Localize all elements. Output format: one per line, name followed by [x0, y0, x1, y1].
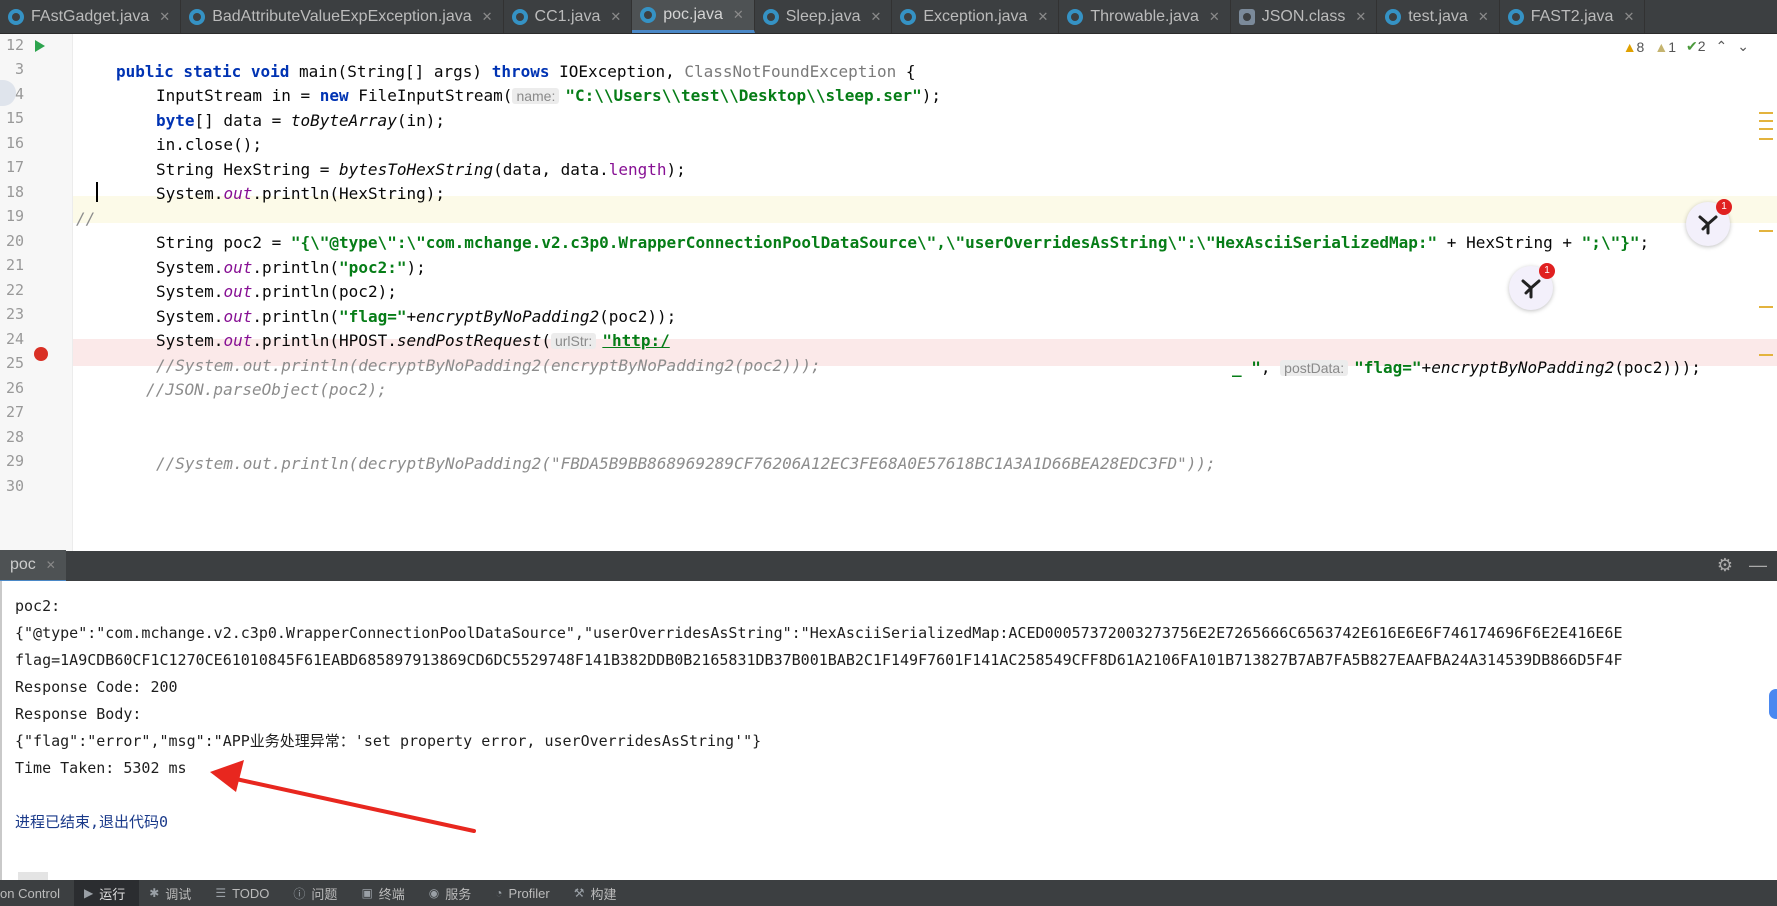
close-icon[interactable]: ✕ — [1478, 9, 1489, 25]
class-file-icon — [1238, 8, 1255, 25]
ai-assistant-button[interactable]: 1 — [1509, 263, 1555, 310]
close-icon[interactable]: ✕ — [1623, 9, 1634, 25]
code-line-28: //System.out.println(decryptByNoPadding2… — [156, 454, 1216, 473]
profiler-icon: ◔ — [495, 886, 503, 900]
code-line-24: //System.out.println(decryptByNoPadding2… — [156, 356, 821, 375]
close-icon[interactable]: ✕ — [870, 9, 881, 25]
code-line-14: byte[] data = toByteArray(in); — [156, 111, 445, 130]
tool-window-bar: on Control ▶ 运行 ✱ 调试 ☰ TODO ⓘ 问题 ▣ 终端 ◉ 服务 ◔ Pr… — [0, 880, 1777, 906]
java-class-icon — [900, 8, 917, 25]
horizontal-scrollbar[interactable] — [18, 872, 48, 880]
console-line: {"flag":"error","msg":"APP业务处理异常：'set pr… — [15, 732, 762, 750]
problems-icon: ⓘ — [293, 886, 306, 901]
tab-json-class[interactable]: JSON.class ✕ — [1231, 0, 1378, 33]
console-line: flag=1A9CDB60CF1C1270CE61010845F61EABD68… — [15, 651, 1623, 669]
tab-fastgadget[interactable]: FAstGadget.java ✕ — [0, 0, 182, 33]
tab-exception[interactable]: Exception.java ✕ — [892, 0, 1060, 33]
close-icon[interactable]: ✕ — [733, 7, 744, 23]
java-class-icon — [762, 8, 779, 25]
tool-debug[interactable]: ✱ 调试 — [139, 880, 205, 906]
close-icon[interactable]: ✕ — [46, 558, 56, 572]
code-line-25: //JSON.parseObject(poc2); — [146, 380, 387, 399]
tab-throwable[interactable]: Throwable.java ✕ — [1059, 0, 1231, 33]
close-icon[interactable]: ✕ — [159, 9, 170, 25]
tab-cc1[interactable]: CC1.java ✕ — [504, 0, 633, 33]
console-exit-line: 进程已结束,退出代码0 — [15, 813, 169, 831]
editor-tab-bar: FAstGadget.java ✕ BadAttributeValueExpExc… — [0, 0, 1777, 34]
services-icon: ◉ — [428, 886, 440, 900]
tab-poc[interactable]: poc.java ✕ — [632, 0, 755, 33]
text-caret — [96, 182, 98, 202]
tool-services[interactable]: ◉ 服务 — [419, 880, 486, 906]
close-icon[interactable]: ✕ — [610, 9, 621, 25]
tool-terminal[interactable]: ▣ 终端 — [351, 880, 418, 906]
notification-badge: 1 — [1539, 263, 1555, 279]
code-line-16: String HexString = bytesToHexString(data… — [156, 160, 686, 179]
console-line: {"@type":"com.mchange.v2.c3p0.WrapperCon… — [15, 624, 1623, 642]
debug-icon: ✱ — [149, 886, 160, 900]
tool-run[interactable]: ▶ 运行 — [73, 880, 140, 906]
run-icon: ▶ — [83, 886, 94, 900]
run-console[interactable]: poc2: {"@type":"com.mchange.v2.c3p0.Wrap… — [0, 581, 1777, 880]
notification-badge: 1 — [1716, 199, 1732, 215]
code-editor[interactable]: 12 3 14 15 16 17 18 19 20 21 22 23 24 25… — [0, 34, 1777, 551]
code-line-22: System.out.println("flag="+encryptByNoPa… — [156, 307, 677, 326]
tab-badattribute[interactable]: BadAttributeValueExpException.java ✕ — [181, 0, 504, 33]
error-stripe[interactable] — [1759, 70, 1773, 550]
java-class-icon — [1067, 8, 1084, 25]
tool-problems[interactable]: ⓘ 问题 — [283, 880, 351, 906]
console-line: Response Body: — [15, 705, 142, 723]
tool-build[interactable]: ⚒ 构建 — [564, 880, 631, 906]
code-line-17: System.out.println(HexString); — [156, 184, 445, 203]
close-icon[interactable]: ✕ — [1037, 9, 1048, 25]
java-class-icon — [511, 8, 528, 25]
run-tab-poc[interactable]: poc ✕ — [0, 550, 66, 582]
tool-todo[interactable]: ☰ TODO — [205, 880, 283, 906]
code-line-13: InputStream in = new FileInputStream(nam… — [156, 86, 942, 105]
ai-assistant-button[interactable]: 1 — [1686, 199, 1732, 246]
gear-icon[interactable]: ⚙ — [1717, 555, 1733, 576]
code-line-19: String poc2 = "{\"@type\":\"com.mchange.… — [156, 233, 1650, 252]
minimize-icon[interactable]: — — [1749, 555, 1767, 576]
console-line: poc2: — [15, 597, 61, 615]
java-class-icon — [1385, 8, 1402, 25]
tool-profiler[interactable]: ◔ Profiler — [485, 880, 563, 906]
close-icon[interactable]: ✕ — [1209, 9, 1220, 25]
terminal-icon: ▣ — [361, 886, 373, 900]
todo-icon: ☰ — [215, 886, 227, 900]
side-panel-handle[interactable] — [1769, 689, 1777, 719]
tab-sleep[interactable]: Sleep.java ✕ — [755, 0, 893, 33]
console-line: Time Taken: 5302 ms — [15, 759, 187, 777]
tool-version-control[interactable]: on Control — [0, 880, 74, 906]
assistant-icon — [1521, 279, 1541, 299]
code-line-21: System.out.println(poc2); — [156, 282, 397, 301]
assistant-icon — [1698, 215, 1718, 235]
tab-test[interactable]: test.java ✕ — [1377, 0, 1500, 33]
java-class-icon — [1507, 8, 1524, 25]
build-icon: ⚒ — [573, 886, 585, 900]
java-class-icon — [640, 7, 657, 23]
console-line: Response Code: 200 — [15, 678, 178, 696]
code-line-15: in.close(); — [156, 135, 262, 154]
code-line-23: System.out.println(HPOST.sendPostRequest… — [156, 331, 1701, 377]
close-icon[interactable]: ✕ — [1355, 9, 1366, 25]
tab-fast2[interactable]: FAST2.java ✕ — [1500, 0, 1646, 33]
java-class-icon — [8, 8, 24, 25]
code-line-18: // — [0, 178, 1750, 228]
java-class-icon — [189, 8, 206, 25]
close-icon[interactable]: ✕ — [482, 9, 493, 25]
run-panel-header: poc ✕ ⚙ — — [0, 550, 1777, 582]
code-line-20: System.out.println("poc2:"); — [156, 258, 426, 277]
